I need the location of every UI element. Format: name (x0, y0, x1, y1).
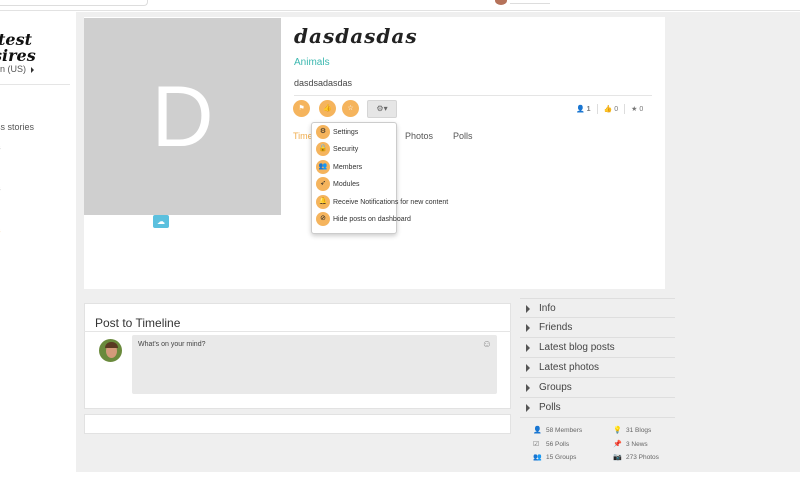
sidebar-item[interactable]: s (0, 142, 1, 152)
left-sidebar: test sires n (US) ss stories s s s (0, 12, 76, 502)
group-stats: 👤 1 👍 0 ★ 0 (576, 104, 643, 114)
favorites-count: ★ 0 (631, 105, 644, 113)
sidebar-item[interactable]: s (0, 183, 1, 193)
group-category-link[interactable]: Animals (294, 57, 330, 68)
timeline-feed-card (84, 414, 511, 434)
stat-photos: 📷 273 Photos (613, 454, 659, 461)
avatar (97, 337, 124, 364)
pin-icon: 📌 (613, 441, 622, 448)
menu-item-security[interactable]: 🔒 Security (316, 142, 358, 158)
right-sidebar-menu: Info Friends Latest blog posts Latest ph… (520, 298, 675, 418)
stat-news: 📌 3 News (613, 441, 648, 448)
upload-cover-button[interactable]: ☁ (153, 215, 169, 228)
check-square-icon: ☑ (533, 441, 540, 448)
eye-slash-icon: ⊘ (316, 212, 330, 227)
menu-item-modules[interactable]: ➶ Modules (316, 177, 359, 193)
language-selector[interactable]: n (US) (0, 64, 35, 74)
cloud-upload-icon: ☁ (157, 217, 165, 226)
tab-timeline[interactable]: Time (293, 131, 313, 141)
gear-icon: ⚙▾ (376, 104, 388, 113)
right-menu-item-polls[interactable]: Polls (520, 398, 675, 418)
sidebar-divider (0, 84, 70, 85)
stat-polls: ☑ 56 Polls (533, 441, 570, 448)
right-menu-item-latest-photos[interactable]: Latest photos (520, 358, 675, 378)
thumbs-up-icon: 👍 (323, 105, 332, 112)
post-card-title: Post to Timeline (95, 316, 181, 330)
star-icon: ☆ (347, 105, 354, 112)
tab-photos[interactable]: Photos (405, 131, 433, 141)
post-textarea[interactable]: What's on your mind? ☺ (132, 335, 497, 394)
chevron-right-icon (526, 305, 530, 313)
menu-item-hide-posts[interactable]: ⊘ Hide posts on dashboard (316, 212, 411, 228)
lock-icon: 🔒 (316, 142, 330, 157)
sidebar-item-success-stories[interactable]: ss stories (0, 122, 34, 132)
sidebar-item-groups[interactable]: s (0, 225, 1, 235)
chevron-right-icon (526, 364, 530, 372)
report-button[interactable]: ⚑ (293, 100, 310, 117)
menu-item-settings[interactable]: ⚙ Settings (316, 125, 358, 141)
group-settings-dropdown-button[interactable]: ⚙▾ (367, 100, 397, 118)
post-card-divider (84, 331, 511, 332)
right-menu-item-info[interactable]: Info (520, 298, 675, 318)
cogs-icon: ⚙ (316, 125, 330, 140)
thumbs-up-icon: 👍 (603, 105, 613, 113)
menu-item-notifications[interactable]: 🔔 Receive Notifications for new content (316, 195, 448, 211)
chevron-right-icon (526, 404, 530, 412)
menu-item-members[interactable]: 👥 Members (316, 160, 362, 176)
user-avatar-menu[interactable] (495, 0, 507, 5)
lightbulb-icon: 💡 (613, 427, 622, 434)
chevron-right-icon (526, 344, 530, 352)
rocket-icon: ➶ (316, 177, 330, 192)
user-icon: 👤 (576, 105, 585, 113)
header-divider (294, 95, 652, 96)
flag-icon: ⚑ (298, 105, 305, 112)
group-name: dasdasdas (294, 24, 418, 48)
users-icon: 👥 (316, 160, 330, 175)
tab-polls[interactable]: Polls (453, 131, 473, 141)
user-menu-toggle[interactable] (510, 0, 550, 4)
group-description: dasdsadasdas (294, 78, 353, 88)
bell-icon: 🔔 (316, 195, 330, 210)
emoji-icon[interactable]: ☺ (482, 339, 492, 350)
caret-right-icon (31, 66, 35, 73)
right-menu-item-groups[interactable]: Groups (520, 378, 675, 398)
like-button[interactable]: 👍 (319, 100, 336, 117)
search-input[interactable] (0, 0, 148, 6)
group-cover-letter: D (151, 68, 214, 165)
group-cover-image: D (84, 18, 281, 215)
members-count: 👤 1 (576, 105, 591, 113)
top-navbar (0, 0, 800, 11)
users-icon: 👥 (533, 454, 542, 461)
stat-blogs: 💡 31 Blogs (613, 427, 652, 434)
right-menu-item-friends[interactable]: Friends (520, 318, 675, 338)
likes-count: 👍 0 (603, 105, 619, 113)
stat-members: 👤 58 Members (533, 427, 583, 434)
chevron-right-icon (526, 324, 530, 332)
stat-groups: 👥 15 Groups (533, 454, 577, 461)
favorite-button[interactable]: ☆ (342, 100, 359, 117)
chevron-right-icon (526, 384, 530, 392)
post-placeholder: What's on your mind? (138, 341, 206, 348)
camera-icon: 📷 (613, 454, 622, 461)
right-menu-item-latest-blog-posts[interactable]: Latest blog posts (520, 338, 675, 358)
language-label: n (US) (0, 64, 27, 74)
user-icon: 👤 (533, 427, 542, 434)
group-settings-menu: ⚙ Settings 🔒 Security 👥 Members ➶ Modules 🔔 R… (311, 122, 448, 234)
star-icon: ★ (631, 105, 638, 113)
